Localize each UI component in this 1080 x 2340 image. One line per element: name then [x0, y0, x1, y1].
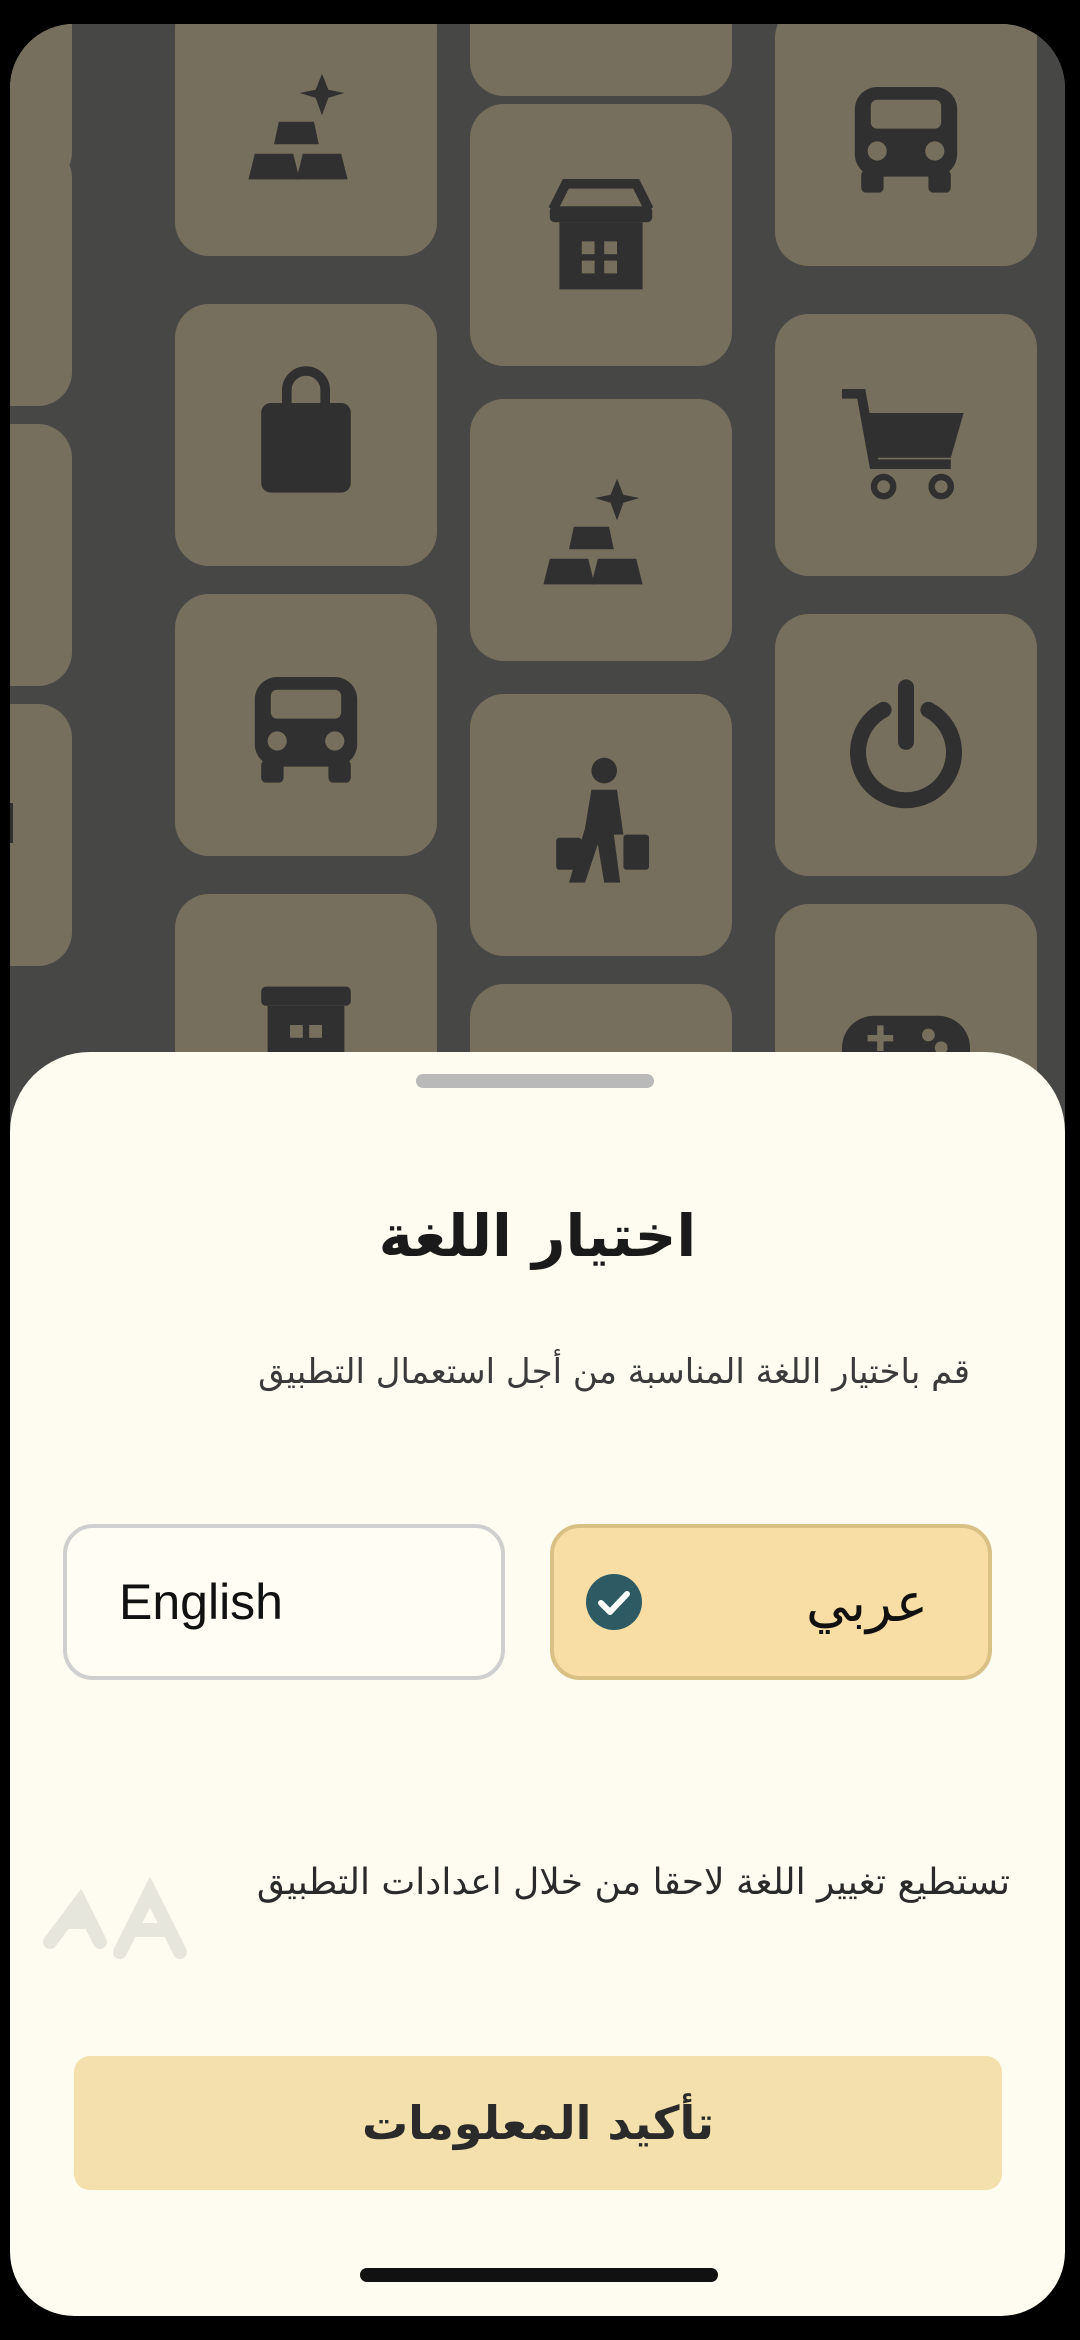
confirm-button[interactable]: تأكيد المعلومات [74, 2056, 1002, 2190]
sheet-title: اختيار اللغة [378, 1202, 697, 1270]
change-language-hint: تستطيع تغيير اللغة لاحقا من خلال اعدادات… [256, 1862, 1010, 1903]
background-overlay [10, 24, 1065, 1224]
home-indicator[interactable] [360, 2268, 718, 2282]
sheet-subtitle: قم باختيار اللغة المناسبة من أجل استعمال… [258, 1352, 970, 1392]
phone-screen: اختيار اللغة قم باختيار اللغة المناسبة م… [10, 24, 1065, 2316]
language-option-label: English [119, 1574, 283, 1630]
language-option-english[interactable]: English [63, 1524, 505, 1680]
language-bottom-sheet: اختيار اللغة قم باختيار اللغة المناسبة م… [10, 1052, 1065, 2316]
language-option-arabic[interactable]: عربي [550, 1524, 992, 1680]
sheet-drag-handle[interactable] [416, 1074, 654, 1088]
background-icon-grid [10, 24, 1065, 1246]
language-option-label: عربي [805, 1570, 928, 1634]
check-circle-icon [586, 1574, 642, 1630]
